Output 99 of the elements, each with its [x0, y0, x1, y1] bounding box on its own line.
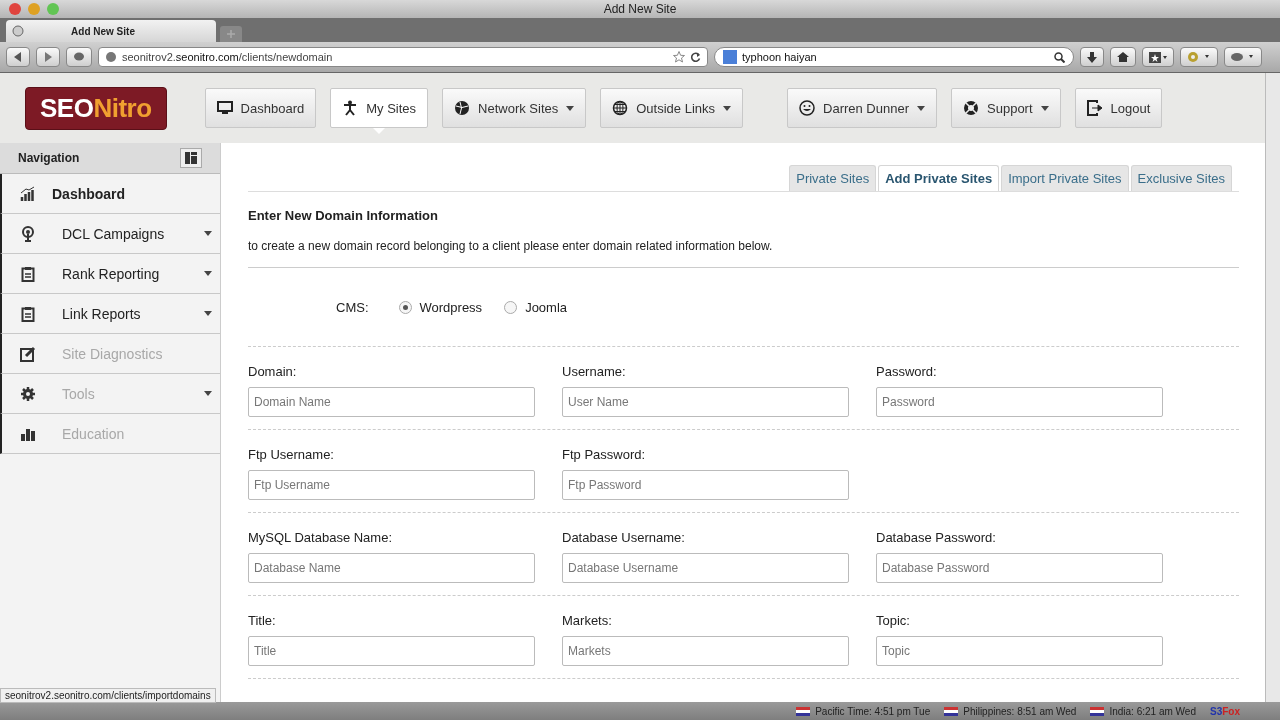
caret-icon — [204, 271, 212, 276]
clipboard-icon — [20, 305, 36, 322]
flag-icon — [1090, 706, 1105, 716]
bookmarks-button[interactable] — [1142, 47, 1174, 67]
caret-icon — [917, 105, 925, 111]
caret-icon — [204, 311, 212, 316]
extension-button[interactable] — [66, 47, 92, 67]
back-button[interactable] — [6, 47, 30, 67]
field-label: Topic: — [876, 613, 911, 628]
flag-icon — [944, 706, 959, 716]
section-description: to create a new domain record belonging to a client please enter domain related information below. — [248, 239, 774, 253]
caret-icon — [204, 231, 212, 236]
input-field[interactable]: Domain Name — [248, 387, 535, 417]
nav-button[interactable]: Dashboard — [204, 88, 317, 128]
input-field[interactable]: Ftp Username — [248, 470, 535, 500]
input-field[interactable]: Markets — [562, 636, 849, 666]
scrollbar[interactable] — [1265, 73, 1280, 702]
person-icon — [342, 100, 359, 116]
link-preview: seonitrov2.seonitro.com/clients/importdomains — [0, 688, 216, 703]
forward-button[interactable] — [36, 47, 60, 67]
radio-button[interactable] — [504, 300, 518, 314]
antenna-icon — [20, 225, 36, 242]
nav-button[interactable]: Network Sites — [442, 88, 587, 128]
caret-icon — [723, 105, 731, 111]
clock-text: Philippines: 8:51 am Wed — [963, 705, 1077, 717]
search-field[interactable]: typhoon haiyan — [714, 47, 1074, 67]
sidebar-title: Navigation — [18, 151, 80, 165]
sidebar-item[interactable]: DCL Campaigns — [0, 214, 220, 254]
caret-icon — [204, 391, 212, 396]
field-label: Database Username: — [562, 530, 686, 545]
nav-button[interactable]: Outside Links — [600, 88, 743, 128]
window-title: Add New Site — [603, 2, 677, 16]
caret-icon — [1040, 105, 1049, 111]
sidebar-item[interactable]: Rank Reporting — [0, 254, 220, 294]
flag-icon — [796, 706, 811, 716]
search-icon[interactable] — [1054, 51, 1065, 63]
tab[interactable]: Add Private Sites — [878, 165, 1000, 191]
sidebar-item[interactable]: Dashboard — [0, 174, 220, 214]
section-heading: Enter New Domain Information — [248, 208, 439, 223]
ball-icon — [454, 100, 471, 116]
logo[interactable]: SEONitro — [25, 86, 167, 130]
field-label: Title: — [248, 613, 277, 628]
sidebar-item[interactable]: Link Reports — [0, 294, 220, 334]
radio-button[interactable] — [398, 300, 412, 314]
field-label: Username: — [562, 364, 627, 379]
tab[interactable]: Private Sites — [789, 165, 877, 191]
nav-button[interactable]: Support — [951, 88, 1061, 128]
close-button[interactable] — [9, 3, 21, 15]
tab[interactable]: Import Private Sites — [1001, 165, 1129, 191]
addon-button[interactable] — [1224, 47, 1262, 67]
page-icon — [12, 25, 24, 37]
input-field[interactable]: Topic — [876, 636, 1163, 666]
field-label: Password: — [876, 364, 938, 379]
home-icon — [1117, 52, 1129, 62]
plus-icon — [227, 30, 235, 38]
monitor-icon — [216, 100, 233, 116]
browser-tab[interactable]: Add New Site — [6, 20, 216, 42]
nav-button[interactable]: Logout — [1074, 88, 1163, 128]
field-label: Domain: — [248, 364, 298, 379]
star-icon[interactable] — [673, 51, 685, 63]
bubble-icon — [73, 52, 85, 62]
field-label: CMS: — [336, 299, 369, 315]
search-engine-icon — [723, 50, 737, 64]
input-field[interactable]: Database Name — [248, 553, 535, 583]
input-field[interactable]: Ftp Password — [562, 470, 849, 500]
input-field[interactable]: Database Username — [562, 553, 849, 583]
addon-button[interactable] — [1180, 47, 1218, 67]
clipboard-icon — [20, 265, 36, 282]
field-label: MySQL Database Name: — [248, 530, 394, 545]
input-field[interactable]: Title — [248, 636, 535, 666]
radio-label: Wordpress — [419, 299, 483, 315]
forward-icon — [43, 52, 53, 62]
download-button[interactable] — [1080, 47, 1104, 67]
field-label: Database Password: — [876, 530, 997, 545]
caret-icon — [566, 105, 575, 111]
input-field[interactable]: Database Password — [876, 553, 1163, 583]
input-field[interactable]: User Name — [562, 387, 849, 417]
clock-text: India: 6:21 am Wed — [1109, 705, 1196, 717]
radio-label: Joomla — [525, 299, 568, 315]
download-icon — [1087, 51, 1097, 63]
chart-icon — [20, 185, 36, 202]
bookmark-star-icon — [1149, 51, 1167, 63]
sidebar-toggle-button[interactable] — [180, 148, 202, 168]
field-label: Ftp Password: — [562, 447, 647, 462]
home-button[interactable] — [1110, 47, 1136, 67]
exit-icon — [1086, 100, 1103, 116]
input-field[interactable]: Password — [876, 387, 1163, 417]
nav-button[interactable]: Darren Dunner — [787, 88, 937, 128]
layout-icon — [185, 152, 197, 164]
tab[interactable]: Exclusive Sites — [1130, 165, 1232, 191]
field-label: Ftp Username: — [248, 447, 335, 462]
reload-icon[interactable] — [690, 51, 701, 63]
field-label: Markets: — [562, 613, 613, 628]
clock-text: Pacific Time: 4:51 pm Tue — [815, 705, 931, 717]
smile-icon — [799, 100, 815, 116]
lifebuoy-icon — [963, 100, 979, 116]
address-bar[interactable]: seonitrov2.seonitro.com/clients/newdomain — [98, 47, 708, 67]
edit-icon — [20, 345, 36, 362]
back-icon — [13, 52, 23, 62]
